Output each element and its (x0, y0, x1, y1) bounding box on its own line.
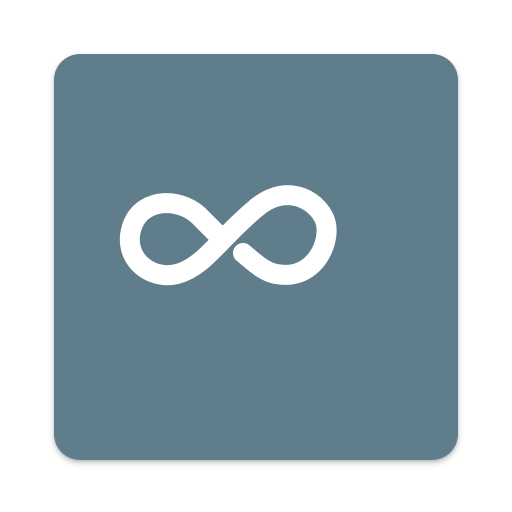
canvas (0, 0, 512, 512)
app-icon-tile[interactable] (54, 54, 458, 460)
infinity-icon (54, 54, 458, 460)
